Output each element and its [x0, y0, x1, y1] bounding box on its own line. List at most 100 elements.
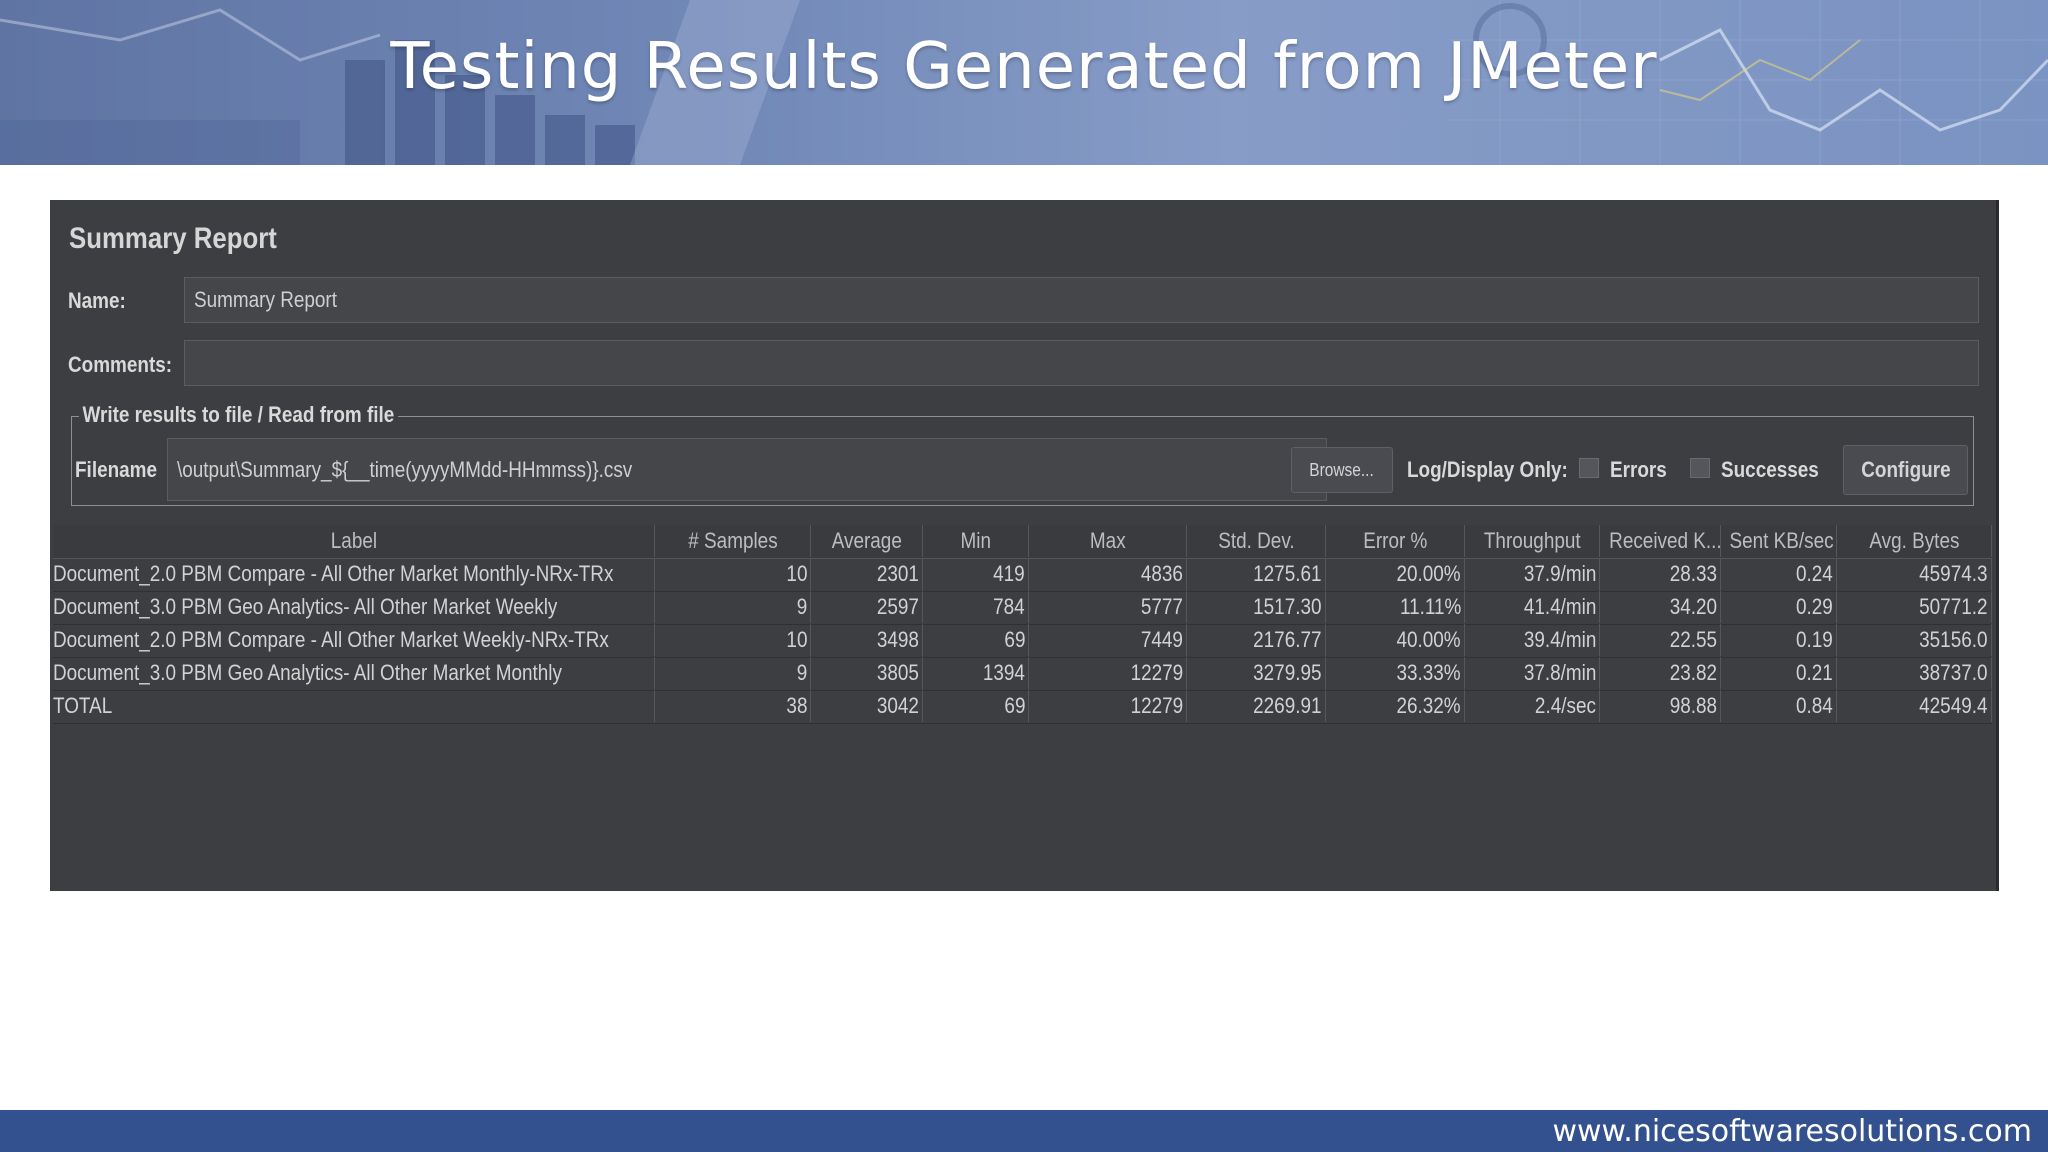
table-row[interactable]: Document_3.0 PBM Geo Analytics- All Othe…: [53, 657, 1992, 691]
cell-average: 3805: [811, 657, 923, 689]
column-header-average[interactable]: Average: [811, 525, 923, 557]
column-header-text: Min: [960, 528, 991, 553]
cell-avg-bytes: 35156.0: [1837, 624, 1992, 656]
cell-avg-bytes: 42549.4: [1837, 690, 1992, 722]
cell-throughput: 41.4/min: [1465, 591, 1600, 623]
cell-text: Document_3.0 PBM Geo Analytics- All Othe…: [53, 594, 558, 619]
cell-samples: 38: [655, 690, 811, 722]
column-header-min[interactable]: Min: [923, 525, 1029, 557]
cell-received-kb: 98.88: [1600, 690, 1721, 722]
column-header-samples[interactable]: # Samples: [655, 525, 811, 557]
cell-text: 0.84: [1796, 693, 1833, 718]
cell-samples: 9: [655, 657, 811, 689]
table-row[interactable]: Document_2.0 PBM Compare - All Other Mar…: [53, 624, 1992, 658]
cell-sent-kb: 0.21: [1721, 657, 1837, 689]
table-header-row: Label # Samples Average Min Max Std. Dev…: [53, 525, 1992, 559]
column-header-throughput[interactable]: Throughput: [1465, 525, 1600, 557]
cell-sent-kb: 0.19: [1721, 624, 1837, 656]
cell-label: TOTAL: [53, 690, 655, 722]
cell-throughput: 37.9/min: [1465, 558, 1600, 590]
comments-field[interactable]: [184, 340, 1979, 386]
cell-text: 419: [993, 561, 1025, 586]
column-header-text: # Samples: [687, 528, 778, 553]
browse-button[interactable]: Browse...: [1291, 447, 1393, 493]
cell-text: 9: [796, 660, 807, 685]
cell-text: 12279: [1130, 693, 1183, 718]
filename-field[interactable]: \output\Summary_${__time(yyyyMMdd-HHmmss…: [167, 438, 1327, 501]
cell-text: 7449: [1140, 627, 1183, 652]
cell-std-dev: 1275.61: [1187, 558, 1326, 590]
cell-error-pct: 26.32%: [1326, 690, 1465, 722]
table-row[interactable]: Document_2.0 PBM Compare - All Other Mar…: [53, 558, 1992, 592]
cell-text: 37.9/min: [1523, 561, 1596, 586]
column-header-text: Max: [1089, 528, 1126, 553]
cell-sent-kb: 0.29: [1721, 591, 1837, 623]
cell-text: Document_2.0 PBM Compare - All Other Mar…: [53, 627, 609, 652]
cell-max: 4836: [1029, 558, 1187, 590]
configure-button[interactable]: Configure: [1843, 445, 1968, 495]
cell-text: 784: [993, 594, 1025, 619]
table-row[interactable]: Document_3.0 PBM Geo Analytics- All Othe…: [53, 591, 1992, 625]
cell-samples: 10: [655, 558, 811, 590]
column-header-text: Std. Dev.: [1217, 528, 1295, 553]
column-header-sent-kb[interactable]: Sent KB/sec: [1721, 525, 1837, 557]
cell-max: 12279: [1029, 657, 1187, 689]
cell-error-pct: 40.00%: [1326, 624, 1465, 656]
cell-average: 2301: [811, 558, 923, 590]
footer-url: www.nicesoftwaresolutions.com: [1552, 1114, 2032, 1149]
column-header-max[interactable]: Max: [1029, 525, 1187, 557]
column-header-error-pct[interactable]: Error %: [1326, 525, 1465, 557]
column-header-text: Avg. Bytes: [1868, 528, 1960, 553]
cell-avg-bytes: 50771.2: [1837, 591, 1992, 623]
cell-text: 1517.30: [1253, 594, 1322, 619]
cell-text: 69: [1003, 627, 1025, 652]
cell-text: 69: [1003, 693, 1025, 718]
cell-text: 20.00%: [1396, 561, 1461, 586]
cell-text: 42549.4: [1919, 693, 1988, 718]
cell-samples: 9: [655, 591, 811, 623]
column-header-text: Throughput: [1483, 528, 1581, 553]
column-header-std-dev[interactable]: Std. Dev.: [1187, 525, 1326, 557]
cell-sent-kb: 0.84: [1721, 690, 1837, 722]
cell-error-pct: 11.11%: [1326, 591, 1465, 623]
cell-min: 1394: [923, 657, 1029, 689]
column-header-text: Received K...: [1609, 528, 1722, 553]
panel-title: Summary Report: [69, 222, 277, 255]
cell-received-kb: 28.33: [1600, 558, 1721, 590]
slide-banner: Testing Results Generated from JMeter: [0, 0, 2048, 165]
cell-text: 2597: [876, 594, 919, 619]
errors-checkbox[interactable]: [1579, 458, 1599, 478]
cell-text: 0.29: [1796, 594, 1833, 619]
name-field[interactable]: Summary Report: [184, 277, 1979, 323]
cell-text: 2301: [876, 561, 919, 586]
cell-text: 3805: [876, 660, 919, 685]
slide-footer: www.nicesoftwaresolutions.com: [0, 1110, 2048, 1152]
file-section-label: Write results to file / Read from file: [79, 402, 398, 428]
column-header-text: Label: [330, 528, 377, 553]
cell-text: 34.20: [1669, 594, 1717, 619]
cell-text: 45974.3: [1919, 561, 1988, 586]
cell-text: 2.4/sec: [1534, 693, 1596, 718]
cell-label: Document_3.0 PBM Geo Analytics- All Othe…: [53, 591, 655, 623]
table-row-total[interactable]: TOTAL 38 3042 69 12279 2269.91 26.32% 2.4/sec 98…: [53, 690, 1992, 724]
cell-text: 10: [785, 561, 807, 586]
cell-error-pct: 20.00%: [1326, 558, 1465, 590]
column-header-received-kb[interactable]: Received K...: [1600, 525, 1722, 557]
cell-text: Document_3.0 PBM Geo Analytics- All Othe…: [53, 660, 562, 685]
cell-text: 22.55: [1669, 627, 1717, 652]
cell-text: 2269.91: [1253, 693, 1322, 718]
column-header-label[interactable]: Label: [53, 525, 655, 557]
column-header-text: Error %: [1362, 528, 1428, 553]
cell-min: 784: [923, 591, 1029, 623]
cell-std-dev: 2269.91: [1187, 690, 1326, 722]
cell-text: 37.8/min: [1523, 660, 1596, 685]
cell-label: Document_2.0 PBM Compare - All Other Mar…: [53, 558, 655, 590]
cell-text: 5777: [1140, 594, 1183, 619]
successes-checkbox[interactable]: [1690, 458, 1710, 478]
column-header-text: Average: [831, 528, 902, 553]
summary-report-panel: Summary Report Name: Summary Report Comm…: [50, 200, 1999, 891]
cell-text: 0.24: [1796, 561, 1833, 586]
cell-text: TOTAL: [53, 693, 113, 718]
name-field-value: Summary Report: [194, 287, 338, 312]
column-header-avg-bytes[interactable]: Avg. Bytes: [1837, 525, 1992, 557]
